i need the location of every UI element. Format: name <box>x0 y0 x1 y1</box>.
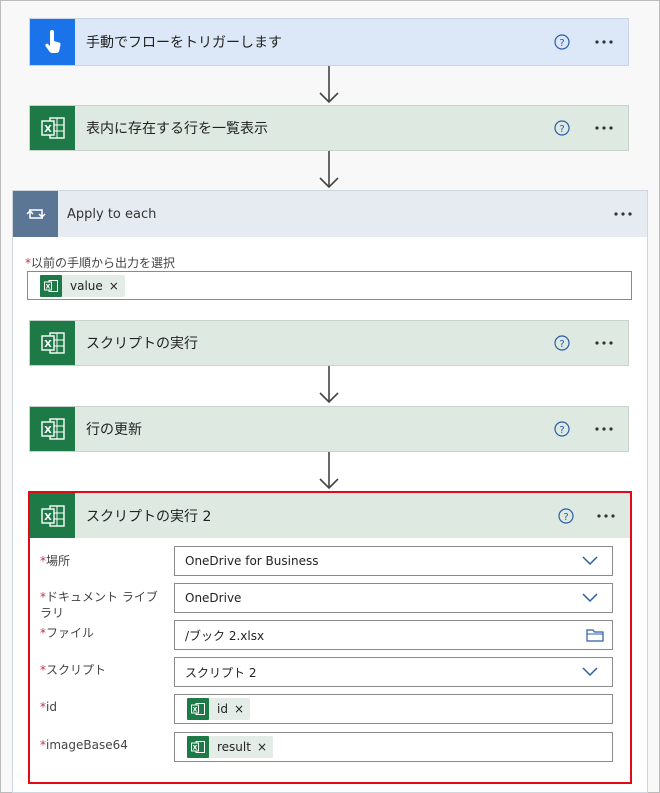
id-token[interactable]: X id × <box>187 698 251 720</box>
run-script-title: スクリプトの実行 <box>86 336 198 352</box>
script-label: *スクリプト <box>40 663 107 677</box>
svg-text:X: X <box>44 339 52 350</box>
svg-text:?: ? <box>559 425 564 436</box>
loop-icon <box>13 191 58 237</box>
excel-icon: X <box>30 493 75 538</box>
id-label: *id <box>40 700 57 714</box>
run-script-2-title: スクリプトの実行 2 <box>86 508 212 525</box>
result-token[interactable]: X result × <box>187 736 274 758</box>
svg-text:X: X <box>46 283 51 290</box>
select-output-field[interactable]: X value × <box>27 271 632 300</box>
help-icon[interactable]: ? <box>554 34 570 50</box>
svg-text:?: ? <box>559 339 564 350</box>
excel-icon: X <box>187 698 209 720</box>
location-dropdown[interactable]: OneDrive for Business <box>174 546 613 576</box>
location-label: *場所 <box>40 554 71 568</box>
svg-text:X: X <box>44 425 52 436</box>
excel-icon: X <box>40 274 62 297</box>
value-token[interactable]: X value × <box>40 274 125 297</box>
script-dropdown[interactable]: スクリプト 2 <box>174 657 613 687</box>
excel-icon: X <box>187 736 209 758</box>
image-base64-field[interactable]: X result × <box>174 732 613 762</box>
file-label: *ファイル <box>40 626 95 640</box>
remove-token-icon[interactable]: × <box>234 702 244 716</box>
svg-text:?: ? <box>563 512 568 523</box>
more-options-icon[interactable] <box>613 211 633 217</box>
more-options-icon[interactable] <box>594 426 614 432</box>
file-value: /ブック 2.xlsx <box>185 628 265 643</box>
list-rows-title: 表内に存在する行を一覧表示 <box>86 121 268 137</box>
help-icon[interactable]: ? <box>558 507 574 524</box>
chevron-down-icon[interactable] <box>582 593 598 603</box>
flow-arrow <box>319 366 339 404</box>
more-options-icon[interactable] <box>596 513 616 519</box>
remove-token-icon[interactable]: × <box>109 279 119 293</box>
help-icon[interactable]: ? <box>554 120 570 136</box>
svg-text:X: X <box>193 745 198 752</box>
list-rows-card[interactable]: X 表内に存在する行を一覧表示 ? <box>29 105 629 151</box>
svg-text:X: X <box>44 512 52 523</box>
trigger-card[interactable]: 手動でフローをトリガーします ? <box>29 18 629 66</box>
touch-icon <box>30 19 75 65</box>
svg-text:X: X <box>193 707 198 714</box>
excel-icon: X <box>30 407 75 451</box>
svg-text:?: ? <box>559 124 564 135</box>
flow-arrow <box>319 66 339 104</box>
id-field[interactable]: X id × <box>174 694 613 724</box>
apply-to-each-title: Apply to each <box>67 206 157 222</box>
image-base64-label: *imageBase64 <box>40 738 128 752</box>
file-input[interactable]: /ブック 2.xlsx <box>174 620 613 650</box>
id-token-label: id <box>217 702 228 716</box>
folder-icon[interactable] <box>586 628 604 642</box>
more-options-icon[interactable] <box>594 340 614 346</box>
run-script-2-header[interactable]: X スクリプトの実行 2 ? <box>30 493 630 538</box>
update-row-card[interactable]: X 行の更新 ? <box>29 406 629 452</box>
document-library-dropdown[interactable]: OneDrive <box>174 583 613 613</box>
document-library-value: OneDrive <box>185 591 242 605</box>
document-library-label: *ドキュメント ライブラリ <box>40 590 158 620</box>
chevron-down-icon[interactable] <box>582 556 598 566</box>
trigger-title: 手動でフローをトリガーします <box>86 35 282 51</box>
run-script-card[interactable]: X スクリプトの実行 ? <box>29 320 629 366</box>
select-output-label: *以前の手順から出力を選択 <box>25 256 176 270</box>
excel-icon: X <box>30 321 75 365</box>
update-row-title: 行の更新 <box>86 422 142 438</box>
svg-text:?: ? <box>559 38 564 49</box>
location-value: OneDrive for Business <box>185 554 319 568</box>
help-icon[interactable]: ? <box>554 421 570 437</box>
value-token-label: value <box>70 278 103 293</box>
apply-to-each-header[interactable]: Apply to each <box>13 191 647 237</box>
script-value: スクリプト 2 <box>185 665 257 680</box>
flow-arrow <box>319 151 339 189</box>
flow-arrow <box>319 452 339 490</box>
help-icon[interactable]: ? <box>554 335 570 351</box>
excel-icon: X <box>30 106 75 150</box>
more-options-icon[interactable] <box>594 125 614 131</box>
result-token-label: result <box>217 740 251 754</box>
remove-token-icon[interactable]: × <box>257 740 267 754</box>
more-options-icon[interactable] <box>594 39 614 45</box>
svg-text:X: X <box>44 124 52 135</box>
chevron-down-icon[interactable] <box>582 667 598 677</box>
